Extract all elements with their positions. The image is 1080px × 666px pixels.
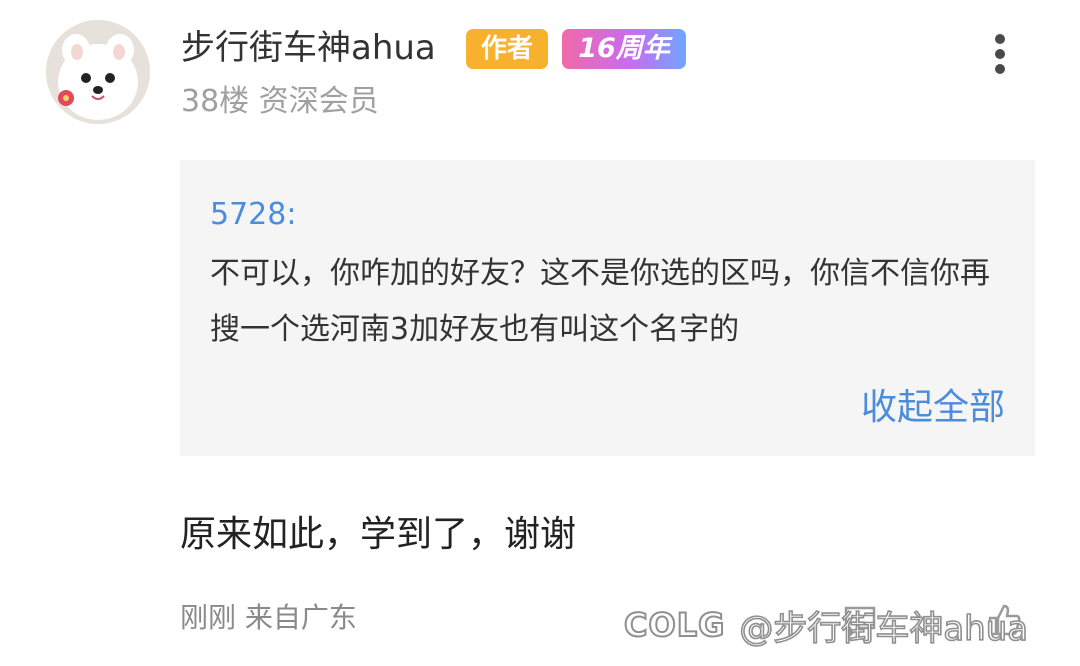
time-location: 刚刚 来自广东 [180, 601, 357, 634]
reply-text: 原来如此，学到了，谢谢 [180, 514, 577, 555]
quote-text: 不可以，你咋加的好友？这不是你选的区吗，你信不信你再搜一个选河南3加好友也有叫这… [210, 256, 990, 347]
white-dog-avatar-icon [46, 20, 150, 124]
watermark: COLG @步行街车神ahua [623, 600, 1029, 650]
floor-and-level: 38楼 资深会员 [181, 84, 379, 119]
more-vertical-icon[interactable] [980, 30, 1020, 78]
author-badge: 作者 [466, 29, 548, 69]
watermark-handle: @步行街车神ahua [739, 608, 1029, 650]
quote-author[interactable]: 5728: [210, 196, 296, 234]
watermark-logo: COLG [623, 605, 726, 645]
collapse-all-link[interactable]: 收起全部 [861, 386, 1005, 430]
quoted-comment: 5728: 不可以，你咋加的好友？这不是你选的区吗，你信不信你再搜一个选河南3加… [180, 160, 1035, 456]
anniversary-badge: 16周年 [562, 29, 686, 69]
user-avatar[interactable] [46, 20, 150, 124]
username[interactable]: 步行街车神ahua [181, 26, 436, 70]
comment-page: 步行街车神ahua 作者 16周年 38楼 资深会员 5728: 不可以，你咋加… [0, 0, 1080, 666]
